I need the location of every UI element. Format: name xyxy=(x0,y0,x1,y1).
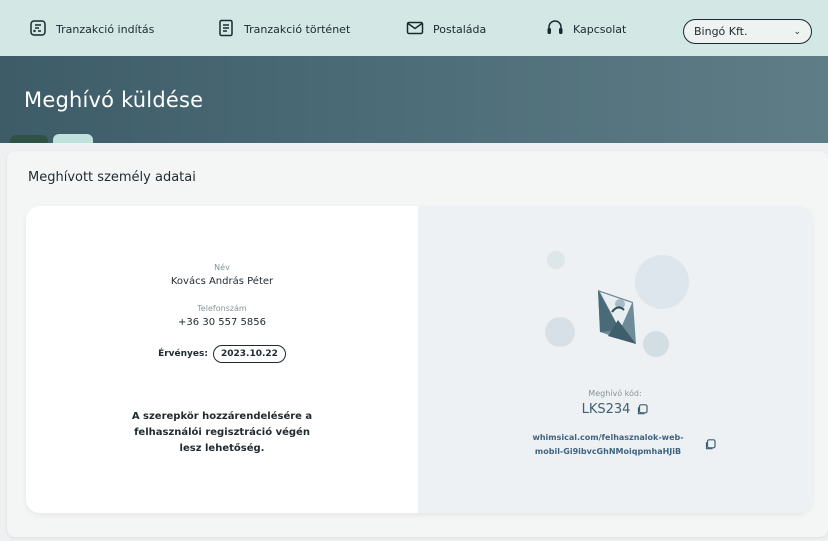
company-select-value: Bingó Kft. xyxy=(694,25,748,38)
invite-code-label: Meghívó kód: xyxy=(588,389,642,398)
nav-label: Tranzakció indítás xyxy=(56,23,155,36)
main-panel: Meghívott személy adatai Név Kovács Andr… xyxy=(7,151,828,537)
validity-row: Érvényes: 2023.10.22 xyxy=(26,345,418,363)
transaction-start-icon xyxy=(28,18,48,41)
top-navigation: Tranzakció indítás Tranzakció történet P… xyxy=(0,0,828,56)
copy-link-icon[interactable] xyxy=(704,439,716,451)
validity-date-badge: 2023.10.22 xyxy=(212,345,286,363)
chevron-down-icon: ⌄ xyxy=(793,26,801,37)
company-select[interactable]: Bingó Kft. ⌄ xyxy=(683,19,812,44)
phone-block: Telefonszám +36 30 557 5856 xyxy=(26,304,418,328)
phone-value: +36 30 557 5856 xyxy=(178,317,266,328)
page-header: Meghívó küldése xyxy=(0,56,828,143)
headset-icon xyxy=(545,18,565,41)
nav-label: Postaláda xyxy=(433,23,487,36)
role-assignment-note: A szerepkör hozzárendelésére a felhaszná… xyxy=(131,411,313,454)
name-label: Név xyxy=(214,263,230,272)
invite-link-row: whimsical.com/felhasznalok-web-mobil-Gi9… xyxy=(526,431,716,459)
document-icon xyxy=(216,18,236,41)
name-value: Kovács András Péter xyxy=(170,276,274,287)
section-title: Meghívott személy adatai xyxy=(28,170,196,185)
tab-indicator-2[interactable] xyxy=(53,134,93,143)
invite-card: Név Kovács András Péter Telefonszám +36 … xyxy=(26,206,812,513)
nav-mailbox[interactable]: Postaláda xyxy=(405,18,486,41)
envelope-illustration xyxy=(538,240,698,370)
validity-label: Érvényes: xyxy=(158,349,208,359)
name-block: Név Kovács András Péter xyxy=(26,263,418,287)
nav-label: Kapcsolat xyxy=(573,23,627,36)
nav-transaction-history[interactable]: Tranzakció történet xyxy=(216,18,350,41)
invite-link[interactable]: whimsical.com/felhasznalok-web-mobil-Gi9… xyxy=(526,431,690,459)
person-details: Név Kovács András Péter Telefonszám +36 … xyxy=(26,206,418,513)
phone-label: Telefonszám xyxy=(197,304,247,313)
invite-code-row: LKS234 xyxy=(418,402,812,417)
invite-details: Meghívó kód: LKS234 whimsical.com/felhas… xyxy=(418,206,812,513)
invite-code-value: LKS234 xyxy=(581,402,631,417)
mail-icon xyxy=(405,18,425,41)
tab-indicator-1[interactable] xyxy=(10,135,48,143)
page-title: Meghívó küldése xyxy=(24,88,204,112)
nav-label: Tranzakció történet xyxy=(244,23,351,36)
nav-transaction-start[interactable]: Tranzakció indítás xyxy=(28,18,154,41)
copy-icon[interactable] xyxy=(636,403,649,416)
nav-contact[interactable]: Kapcsolat xyxy=(545,18,626,41)
